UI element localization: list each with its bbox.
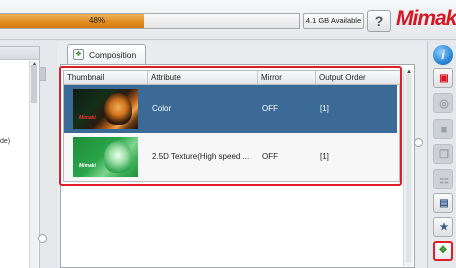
grid-layout-icon: ⚏ bbox=[433, 169, 453, 189]
left-panel: de) ▲ bbox=[0, 46, 40, 268]
brand-logo: Mimak bbox=[396, 7, 456, 30]
disabled-block-icon: ■ bbox=[433, 119, 453, 139]
star-layer-icon[interactable]: ★ bbox=[433, 217, 453, 237]
left-panel-text: de) bbox=[0, 138, 11, 145]
right-toolbar: i ▣ ◎ ■ ❐ ⚏ ▤ ★ ❖ bbox=[427, 41, 456, 268]
scroll-track[interactable] bbox=[406, 74, 411, 262]
composition-icon: ❖ bbox=[73, 49, 84, 60]
copy-layers-icon: ❐ bbox=[433, 144, 453, 164]
progress-fill bbox=[0, 14, 144, 28]
layout-red-icon[interactable]: ▣ bbox=[433, 68, 453, 88]
progress-bar: 48% bbox=[0, 13, 300, 29]
tab-label: Composition bbox=[89, 50, 137, 60]
table-highlight-outline bbox=[59, 66, 402, 186]
splitter-handle[interactable] bbox=[414, 138, 423, 147]
panel-scrollbar[interactable]: ▲ bbox=[403, 69, 413, 266]
help-button[interactable]: ? bbox=[367, 10, 391, 32]
top-bar: 48% 4.1 GB Available ? Mimak bbox=[0, 0, 456, 40]
disabled-target-icon: ◎ bbox=[433, 93, 453, 113]
scroll-thumb[interactable] bbox=[31, 65, 37, 103]
splitter-handle[interactable] bbox=[38, 234, 47, 243]
tab-composition[interactable]: ❖ Composition bbox=[67, 44, 146, 64]
left-scrollbar[interactable]: ▲ bbox=[29, 61, 38, 268]
left-panel-header bbox=[0, 47, 39, 60]
composition-icon[interactable]: ❖ bbox=[433, 241, 453, 261]
storage-available: 4.1 GB Available bbox=[303, 13, 364, 29]
progress-text: 48% bbox=[89, 16, 106, 25]
info-icon[interactable]: i bbox=[433, 45, 453, 65]
printer-icon[interactable]: ▤ bbox=[433, 193, 453, 213]
